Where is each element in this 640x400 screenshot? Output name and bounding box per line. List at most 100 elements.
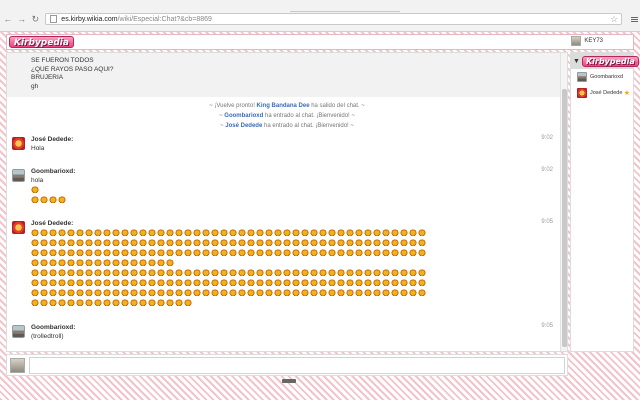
emoticon-icon <box>121 258 129 266</box>
emoticon-icon <box>319 238 327 246</box>
message-line: SE FUERON TODOS <box>31 57 94 64</box>
avatar[interactable] <box>12 169 25 182</box>
emoticon-icon <box>58 268 66 276</box>
emoticon-icon <box>220 248 228 256</box>
chat-message: Goombarioxd: (trolledtroll) 9:05 <box>7 323 567 345</box>
emoticon-icon <box>409 228 417 236</box>
chat-messages[interactable]: SE FUERON TODOS ¿QUE RAYOS PASO AQUI? BR… <box>6 52 568 352</box>
message-author[interactable]: José Dedede: <box>31 135 537 144</box>
emoticon-icon <box>130 248 138 256</box>
reload-icon[interactable]: ↻ <box>30 13 42 25</box>
emoticon-icon <box>337 268 345 276</box>
emoticon-icon <box>355 238 363 246</box>
emoticon-icon <box>301 238 309 246</box>
scrollbar[interactable] <box>560 53 567 351</box>
emoticon-icon <box>238 288 246 296</box>
bottom-handle <box>282 379 296 383</box>
wiki-logo[interactable]: Kirbypedia <box>9 36 74 48</box>
emoticon-icon <box>247 278 255 286</box>
message-author[interactable]: Goombarioxd: <box>31 167 537 176</box>
emoticon-icon <box>175 278 183 286</box>
emoticon-icon <box>211 248 219 256</box>
emoticon-icon <box>256 228 264 236</box>
emoticon-icon <box>85 228 93 236</box>
emoticon-icon <box>58 288 66 296</box>
emoticon-icon <box>400 238 408 246</box>
emoticon-icon <box>31 268 39 276</box>
address-bar[interactable]: es.kirby.wikia.com/wiki/Especial:Chat?&c… <box>45 13 623 25</box>
back-arrow-icon[interactable]: ← <box>2 13 14 25</box>
current-user[interactable]: KEY73 <box>571 36 603 46</box>
avatar[interactable] <box>12 325 25 338</box>
emoticon-icon <box>238 268 246 276</box>
emoticon-icon <box>247 288 255 296</box>
scroll-thumb[interactable] <box>562 89 567 347</box>
emoticon-icon <box>274 278 282 286</box>
avatar <box>10 358 25 373</box>
emoticon-icon <box>193 248 201 256</box>
emoticon-icon <box>49 258 57 266</box>
emoticon-icon <box>364 248 372 256</box>
emoticon-icon <box>112 288 120 296</box>
emoticon-icon <box>85 258 93 266</box>
emoticon-icon <box>49 228 57 236</box>
emoticon-row <box>31 258 537 268</box>
chat-message: Goombarioxd: hola 9:02 <box>7 167 567 219</box>
emoticon-icon <box>229 288 237 296</box>
emoticon-icon <box>139 258 147 266</box>
emoticon-icon <box>94 248 102 256</box>
emoticon-icon <box>85 288 93 296</box>
emoticon-icon <box>247 248 255 256</box>
alert-user-link[interactable]: Goombarioxd <box>224 113 263 119</box>
emoticon-icon <box>130 288 138 296</box>
emoticon-icon <box>364 238 372 246</box>
emoticon-icon <box>58 238 66 246</box>
avatar[interactable] <box>12 137 25 150</box>
emoticon-icon <box>40 298 48 306</box>
emoticon-icon <box>382 228 390 236</box>
emoticon-icon <box>220 268 228 276</box>
message-author[interactable]: Goombarioxd: <box>31 323 537 332</box>
collapse-triangle-icon[interactable]: ▼ <box>573 58 580 65</box>
emoticon-icon <box>328 248 336 256</box>
emoticon-icon <box>400 228 408 236</box>
emoticon-icon <box>40 288 48 296</box>
user-list-item[interactable]: José Dedede ★ <box>571 85 633 101</box>
emoticon-icon <box>58 298 66 306</box>
emoticon-icon <box>256 238 264 246</box>
message-input[interactable] <box>29 357 565 374</box>
user-list-item[interactable]: Goombarioxd <box>571 69 633 85</box>
emoticon-icon <box>418 238 426 246</box>
emoticon-icon <box>382 238 390 246</box>
emoticon-icon <box>364 268 372 276</box>
alert-text: ~ ¡Vuelve pronto! <box>209 103 257 109</box>
avatar[interactable] <box>12 221 25 234</box>
emoticon-icon <box>229 268 237 276</box>
alert-text: ha salido del chat. ~ <box>309 103 365 109</box>
forward-arrow-icon[interactable]: → <box>16 13 28 25</box>
moderator-star-icon: ★ <box>623 90 630 97</box>
bookmark-star-icon[interactable]: ☆ <box>610 14 618 24</box>
emoticon-icon <box>328 238 336 246</box>
emoticon-icon <box>418 278 426 286</box>
emoticon-icon <box>418 268 426 276</box>
emoticon-icon <box>157 248 165 256</box>
emoticon-icon <box>40 268 48 276</box>
emoticon-icon <box>310 268 318 276</box>
emoticon-icon <box>382 248 390 256</box>
message-input-bar <box>6 354 568 376</box>
message-author[interactable]: José Dedede: <box>31 219 537 228</box>
emoticon-icon <box>265 228 273 236</box>
emoticon-icon <box>202 228 210 236</box>
emoticon-icon <box>121 238 129 246</box>
emoticon-icon <box>382 288 390 296</box>
alert-user-link[interactable]: José Dedede <box>225 123 262 129</box>
menu-icon[interactable] <box>628 13 640 25</box>
emoticon-icon <box>175 248 183 256</box>
emoticon-icon <box>391 228 399 236</box>
alert-user-link[interactable]: King Bandana Dee <box>257 103 310 109</box>
emoticon-icon <box>58 278 66 286</box>
user-list-header[interactable]: ▼ Kirbypedia <box>571 53 639 69</box>
emoticon-icon <box>103 268 111 276</box>
emoticon-icon <box>193 278 201 286</box>
